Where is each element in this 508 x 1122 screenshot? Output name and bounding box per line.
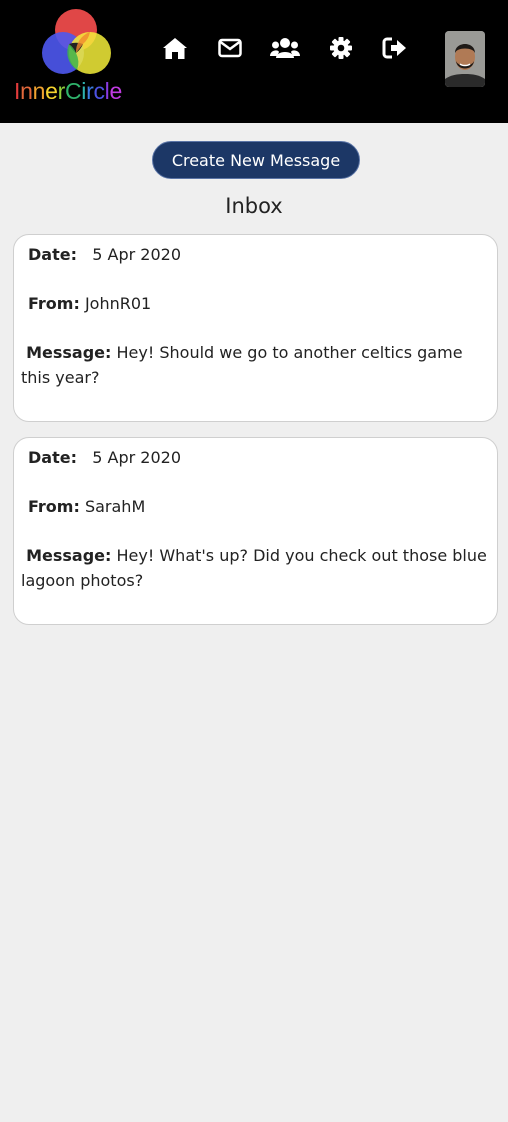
logo-letter: e	[109, 78, 122, 104]
nav-messages-button[interactable]	[215, 34, 245, 62]
create-new-message-button[interactable]: Create New Message	[152, 141, 360, 179]
mail-icon	[218, 38, 242, 58]
sign-out-icon	[382, 37, 406, 59]
nav-logout-button[interactable]	[380, 34, 410, 62]
message-from-row: From: SarahM	[28, 497, 145, 516]
avatar-photo-icon	[445, 31, 485, 87]
logo-letter: n	[20, 78, 33, 104]
date-label: Date:	[28, 245, 77, 264]
logo-letter: c	[93, 78, 105, 104]
message-body-row: Message: Hey! Should we go to another ce…	[21, 340, 489, 390]
inbox-title: Inbox	[225, 194, 283, 218]
logo-letter: e	[45, 78, 58, 104]
home-icon	[163, 38, 187, 59]
nav-friends-button[interactable]	[270, 34, 300, 62]
message-from-row: From: JohnR01	[28, 294, 151, 313]
logo-letter: r	[57, 78, 66, 104]
nav-settings-button[interactable]	[326, 34, 356, 62]
message-sender: SarahM	[84, 497, 146, 516]
message-date-row: Date: 5 Apr 2020	[28, 245, 181, 264]
message-date: 5 Apr 2020	[92, 245, 181, 264]
message-label: Message:	[26, 546, 112, 565]
message-body-row: Message: Hey! What's up? Did you check o…	[21, 543, 489, 593]
message-date-row: Date: 5 Apr 2020	[28, 448, 181, 467]
message-label: Message:	[26, 343, 112, 362]
logo-text: InnerCircle	[14, 78, 126, 105]
message-sender: JohnR01	[84, 294, 152, 313]
date-label: Date:	[28, 448, 77, 467]
user-avatar[interactable]	[445, 31, 485, 87]
from-label: From:	[28, 294, 80, 313]
users-icon	[270, 38, 300, 58]
gear-icon	[330, 37, 352, 59]
app-header: InnerCircle	[0, 0, 508, 123]
message-date: 5 Apr 2020	[92, 448, 181, 467]
logo-letter: r	[86, 78, 94, 104]
venn-logo-icon	[42, 9, 111, 74]
from-label: From:	[28, 497, 80, 516]
innercircle-logo[interactable]: InnerCircle	[14, 8, 126, 104]
message-card[interactable]: Date: 5 Apr 2020 From: JohnR01 Message: …	[13, 234, 498, 422]
message-card[interactable]: Date: 5 Apr 2020 From: SarahM Message: H…	[13, 437, 498, 625]
logo-letter: n	[32, 78, 46, 104]
nav-home-button[interactable]	[160, 34, 190, 62]
logo-letter: C	[64, 78, 82, 104]
